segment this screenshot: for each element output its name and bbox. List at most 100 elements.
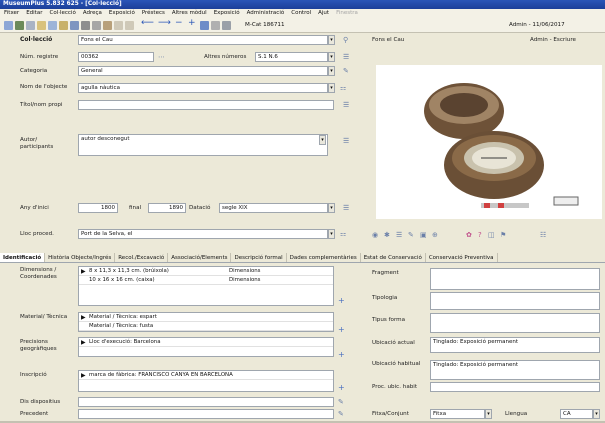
menu-item[interactable]: Control bbox=[291, 10, 311, 17]
tree-icon[interactable] bbox=[92, 21, 101, 30]
menu-item[interactable]: Administració bbox=[247, 10, 285, 17]
export-icon[interactable] bbox=[125, 21, 134, 30]
image-help-icon[interactable]: ? bbox=[478, 231, 482, 239]
nom-objecte-dropdown[interactable]: ▾ bbox=[328, 83, 335, 93]
tab-conservacio[interactable]: Conservació Preventiva bbox=[426, 253, 498, 262]
collection-dropdown[interactable]: ▾ bbox=[328, 35, 335, 45]
llengua-dropdown[interactable]: ▾ bbox=[593, 409, 600, 419]
menu-item[interactable]: Exposició bbox=[214, 10, 240, 17]
next-record-icon[interactable]: ⟶ bbox=[158, 18, 171, 28]
image-export-icon[interactable]: ◫ bbox=[488, 231, 495, 239]
fitxa-dropdown[interactable]: ▾ bbox=[485, 409, 492, 419]
thesaurus-icon[interactable]: ⚏ bbox=[340, 230, 346, 238]
menu-dots-icon[interactable]: ⋯ bbox=[158, 53, 165, 61]
add-row-icon[interactable]: + bbox=[338, 350, 345, 359]
nom-objecte-field[interactable]: agulla nàutica bbox=[78, 83, 328, 93]
refresh-icon[interactable] bbox=[114, 21, 123, 30]
image-list-icon[interactable]: ☰ bbox=[396, 231, 402, 239]
tab-recol[interactable]: Recol./Excavació bbox=[115, 253, 169, 262]
image-nav-icon[interactable]: ◉ bbox=[372, 231, 378, 239]
image-grid-icon[interactable]: ☷ bbox=[540, 231, 546, 239]
any-inici-field[interactable]: 1800 bbox=[78, 203, 118, 213]
edit-icon[interactable]: ✎ bbox=[338, 410, 344, 418]
datacio-dropdown[interactable]: ▾ bbox=[328, 203, 335, 213]
fragment-field[interactable] bbox=[430, 268, 600, 290]
autor-dropdown[interactable]: ▾ bbox=[319, 135, 326, 145]
list-icon[interactable]: ☰ bbox=[343, 101, 349, 109]
proc-ubic-field[interactable] bbox=[430, 382, 600, 392]
edit-icon[interactable]: ✎ bbox=[343, 67, 349, 75]
prev-record-icon[interactable]: ⟵ bbox=[141, 18, 154, 28]
print-icon[interactable] bbox=[15, 21, 24, 30]
list-icon[interactable] bbox=[200, 21, 209, 30]
filter-icon[interactable] bbox=[37, 21, 46, 30]
filter-icon[interactable]: ⚲ bbox=[343, 36, 348, 44]
menu-item[interactable]: Ajut bbox=[318, 10, 329, 17]
edit-icon[interactable]: ✎ bbox=[338, 398, 344, 406]
table-row[interactable]: Material / Tècnica: fusta bbox=[79, 323, 333, 331]
remove-record-icon[interactable]: − bbox=[175, 18, 183, 28]
menu-item[interactable]: Fitxer bbox=[4, 10, 19, 17]
tab-dades[interactable]: Dades complementàries bbox=[287, 253, 361, 262]
list-icon[interactable]: ☰ bbox=[343, 204, 349, 212]
lloc-dropdown[interactable]: ▾ bbox=[328, 229, 335, 239]
add-row-icon[interactable]: + bbox=[338, 296, 345, 305]
tipus-forma-field[interactable] bbox=[430, 313, 600, 333]
dimensions-grid[interactable]: ▶ 8 x 11,3 x 11,3 cm. (brúixola) Dimensi… bbox=[78, 266, 334, 306]
altres-numeros-field[interactable]: S.1 N.6 bbox=[255, 52, 328, 62]
tab-historia[interactable]: Història Objecte/Ingrés bbox=[45, 253, 116, 262]
datacio-field[interactable]: segle XIX bbox=[219, 203, 328, 213]
tab-identificacio[interactable]: Identificació bbox=[0, 253, 46, 262]
image-nav-icon[interactable]: ✱ bbox=[384, 231, 390, 239]
categoria-field[interactable]: General bbox=[78, 66, 328, 76]
tab-estat[interactable]: Estat de Conservació bbox=[361, 253, 426, 262]
thesaurus-icon[interactable]: ⚏ bbox=[340, 84, 346, 92]
menu-item[interactable]: Altres mòdul bbox=[172, 10, 207, 17]
image-flag-icon[interactable]: ⚑ bbox=[500, 231, 506, 239]
any-final-field[interactable]: 1890 bbox=[148, 203, 186, 213]
menu-item[interactable]: Exposició bbox=[109, 10, 135, 17]
add-row-icon[interactable]: + bbox=[338, 383, 345, 392]
precisions-grid[interactable]: ▶ Lloc d'execució: Barcelona bbox=[78, 337, 334, 357]
fitxa-field[interactable]: Fitxa bbox=[430, 409, 485, 419]
autor-field[interactable]: autor desconegut bbox=[78, 134, 328, 156]
image-chart-icon[interactable]: ▣ bbox=[420, 231, 427, 239]
categoria-dropdown[interactable]: ▾ bbox=[328, 66, 335, 76]
binoculars-icon[interactable] bbox=[222, 21, 231, 30]
lloc-field[interactable]: Port de la Selva, el bbox=[78, 229, 328, 239]
menu-item[interactable]: Préstecs bbox=[142, 10, 165, 17]
table-row[interactable]: ▶ 8 x 11,3 x 11,3 cm. (brúixola) Dimensi… bbox=[79, 268, 333, 276]
sort-icon[interactable] bbox=[103, 21, 112, 30]
tab-associacio[interactable]: Associació/Elements bbox=[168, 253, 232, 262]
material-grid[interactable]: ▶ Material / Tècnica: espart Material / … bbox=[78, 312, 334, 332]
image-icon[interactable] bbox=[81, 21, 90, 30]
menu-item[interactable]: Col·lecció bbox=[49, 10, 75, 17]
table-row[interactable]: 10 x 16 x 16 cm. (caixa) Dimensions bbox=[79, 277, 333, 285]
image-help-icon[interactable]: ✿ bbox=[466, 231, 472, 239]
tipologia-field[interactable] bbox=[430, 292, 600, 310]
table-row[interactable]: ▶ marca de fàbrica: FRANCISCO CANYA EN B… bbox=[79, 372, 333, 380]
menu-item[interactable]: Adreça bbox=[83, 10, 102, 17]
inscripcions-grid[interactable]: ▶ marca de fàbrica: FRANCISCO CANYA EN B… bbox=[78, 370, 334, 392]
new-icon[interactable] bbox=[48, 21, 57, 30]
add-record-icon[interactable]: + bbox=[188, 18, 196, 28]
table-row[interactable]: ▶ Material / Tècnica: espart bbox=[79, 314, 333, 322]
home-icon[interactable] bbox=[59, 21, 68, 30]
list-icon[interactable]: ☰ bbox=[343, 137, 349, 145]
search-icon[interactable] bbox=[26, 21, 35, 30]
chart-icon[interactable] bbox=[70, 21, 79, 30]
titol-field[interactable] bbox=[78, 100, 334, 110]
collection-field[interactable]: Fons el Cau bbox=[78, 35, 328, 45]
altres-dropdown[interactable]: ▾ bbox=[328, 52, 335, 62]
link-icon[interactable] bbox=[211, 21, 220, 30]
menu-item[interactable]: Editar bbox=[26, 10, 42, 17]
llengua-field[interactable]: CA bbox=[560, 409, 593, 419]
table-row[interactable]: ▶ Lloc d'execució: Barcelona bbox=[79, 339, 333, 347]
image-zoom-icon[interactable]: ⊕ bbox=[432, 231, 438, 239]
add-row-icon[interactable]: + bbox=[338, 325, 345, 334]
image-edit-icon[interactable]: ✎ bbox=[408, 231, 414, 239]
tab-descripcio[interactable]: Descripció formal bbox=[231, 253, 287, 262]
precedent-field[interactable] bbox=[78, 409, 334, 419]
ubicacio-habitual-field[interactable]: Tinglado: Exposició permanent bbox=[430, 360, 600, 380]
object-photo[interactable] bbox=[376, 65, 602, 219]
